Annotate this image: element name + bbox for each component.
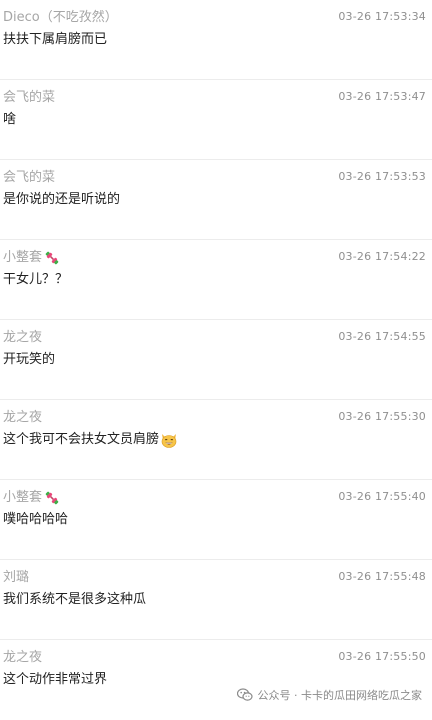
comment-item: Dieco（不吃孜然） 03-26 17:53:34 扶扶下属肩膀而已 [0, 0, 432, 80]
comment-author[interactable]: 刘璐 [3, 569, 29, 587]
comment-author[interactable]: 会飞的菜 [3, 169, 55, 187]
comment-author-name[interactable]: 龙之夜 [3, 409, 42, 427]
comment-author[interactable]: 会飞的菜 [3, 89, 55, 107]
comment-author[interactable]: 龙之夜 [3, 409, 42, 427]
comment-timestamp: 03-26 17:54:22 [338, 250, 426, 263]
comment-list: Dieco（不吃孜然） 03-26 17:53:34 扶扶下属肩膀而已 会飞的菜… [0, 0, 432, 711]
comment-text-content: 是你说的还是听说的 [3, 192, 121, 207]
comment-author-name[interactable]: 小整套 [3, 249, 42, 267]
comment-text-content: 噗哈哈哈哈 [3, 512, 69, 527]
comment-text-content: 我们系统不是很多这种瓜 [3, 592, 147, 607]
comment-timestamp: 03-26 17:53:53 [338, 170, 426, 183]
comment-item: 会飞的菜 03-26 17:53:47 啥 [0, 80, 432, 160]
comment-timestamp: 03-26 17:55:48 [338, 570, 426, 583]
comment-item: 小整套 03-26 17:55:40 噗哈哈哈哈 [0, 480, 432, 560]
comment-text: 这个动作非常过界 [3, 671, 107, 689]
comment-author-name[interactable]: 会飞的菜 [3, 89, 55, 107]
comment-author[interactable]: 小整套 [3, 249, 61, 267]
comment-timestamp: 03-26 17:55:30 [338, 410, 426, 423]
comment-text-content: 扶扶下属肩膀而已 [3, 32, 108, 47]
comment-author-name[interactable]: 龙之夜 [3, 649, 42, 667]
comment-text: 我们系统不是很多这种瓜 [3, 591, 146, 609]
comment-author[interactable]: 小整套 [3, 489, 61, 507]
comment-text: 是你说的还是听说的 [3, 191, 120, 209]
comment-item: 龙之夜 03-26 17:54:55 开玩笑的 [0, 320, 432, 400]
comment-text: 干女儿？？ [3, 271, 68, 289]
comment-author[interactable]: 龙之夜 [3, 649, 42, 667]
comment-text: 啥 [3, 111, 16, 129]
comment-item: 龙之夜 03-26 17:55:50 这个动作非常过界 [0, 640, 432, 720]
comment-timestamp: 03-26 17:54:55 [338, 330, 426, 343]
comment-text-content: 这个我可不会扶女文员肩膀 [3, 432, 160, 447]
comment-text-content: 这个动作非常过界 [3, 672, 108, 687]
watermark-text: 公众号 · 卡卡的瓜田网络吃瓜之家 [257, 689, 423, 702]
comment-author-name[interactable]: 小整套 [3, 489, 42, 507]
comment-item: 刘璐 03-26 17:55:48 我们系统不是很多这种瓜 [0, 560, 432, 640]
comment-author[interactable]: 龙之夜 [3, 329, 42, 347]
comment-timestamp: 03-26 17:55:40 [338, 490, 426, 503]
comment-text-content: 啥 [3, 112, 17, 127]
dumbbell-icon [45, 251, 59, 265]
dumbbell-icon [45, 491, 59, 505]
comment-text: 噗哈哈哈哈 [3, 511, 68, 529]
comment-text-content: 开玩笑的 [3, 352, 56, 367]
comment-text: 开玩笑的 [3, 351, 55, 369]
comment-author-name[interactable]: 会飞的菜 [3, 169, 55, 187]
comment-item: 龙之夜 03-26 17:55:30 这个我可不会扶女文员肩膀 [0, 400, 432, 480]
comment-timestamp: 03-26 17:55:50 [338, 650, 426, 663]
comment-text-content: 干女儿？？ [3, 272, 69, 287]
comment-timestamp: 03-26 17:53:47 [338, 90, 426, 103]
comment-text: 这个我可不会扶女文员肩膀 [3, 431, 178, 449]
comment-item: 会飞的菜 03-26 17:53:53 是你说的还是听说的 [0, 160, 432, 240]
comment-author-name[interactable]: 刘璐 [3, 569, 29, 587]
comment-text: 扶扶下属肩膀而已 [3, 31, 107, 49]
comment-author[interactable]: Dieco（不吃孜然） [3, 9, 118, 27]
wechat-official-account-icon [236, 688, 253, 701]
comment-timestamp: 03-26 17:53:34 [338, 10, 426, 23]
comment-author-name[interactable]: Dieco（不吃孜然） [3, 9, 118, 27]
watermark: 公众号 · 卡卡的瓜田网络吃瓜之家 [236, 687, 423, 703]
comment-item: 小整套 03-26 17:54:22 干女儿？？ [0, 240, 432, 320]
grinning-cat-icon [161, 434, 177, 448]
comment-author-name[interactable]: 龙之夜 [3, 329, 42, 347]
